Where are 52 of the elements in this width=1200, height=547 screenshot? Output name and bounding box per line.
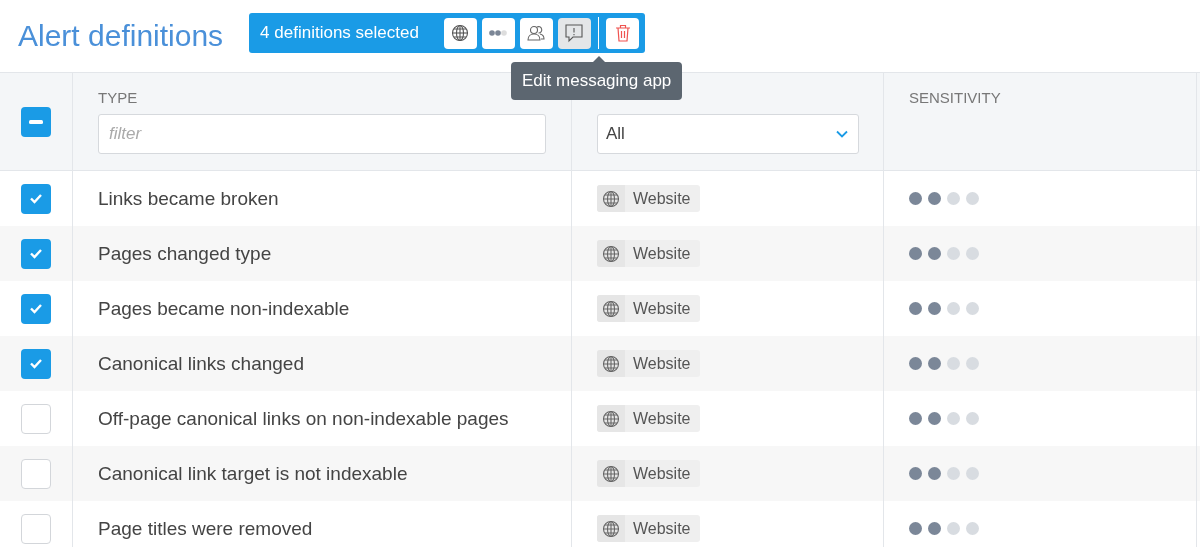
- globe-icon: [451, 24, 470, 42]
- select-all-checkbox[interactable]: [21, 106, 51, 137]
- alert-type: Canonical links changed: [98, 352, 304, 375]
- globe-icon: [602, 244, 620, 263]
- globe-icon: [602, 189, 620, 208]
- scope-tag: Website: [597, 295, 700, 322]
- dots-icon: [488, 29, 509, 37]
- alert-type: Page titles were removed: [98, 517, 313, 540]
- chevron-down-icon: [836, 130, 848, 138]
- row-checkbox[interactable]: [21, 238, 51, 269]
- alert-type: Canonical link target is not indexable: [98, 462, 408, 485]
- check-icon: [29, 193, 43, 204]
- alert-type: Links became broken: [98, 187, 279, 210]
- globe-icon: [602, 299, 620, 318]
- scope-tag: Website: [597, 460, 700, 487]
- scope-tag: Website: [597, 405, 700, 432]
- row-checkbox[interactable]: [21, 458, 51, 489]
- row-checkbox[interactable]: [21, 348, 51, 379]
- row-checkbox[interactable]: [21, 403, 51, 434]
- globe-icon: [602, 354, 620, 373]
- globe-icon: [602, 464, 620, 483]
- row-checkbox[interactable]: [21, 293, 51, 324]
- scope-tag: Website: [597, 185, 700, 212]
- page-title: Alert definitions: [18, 19, 224, 53]
- check-icon: [29, 303, 43, 314]
- alert-type: Off-page canonical links on non-indexable pages: [98, 407, 509, 430]
- filter-field[interactable]: filter: [98, 114, 546, 154]
- scope-dropdown[interactable]: All: [597, 114, 859, 154]
- tooltip: Edit messaging app: [511, 62, 683, 100]
- scope-tag: Website: [597, 240, 700, 267]
- users-icon: [526, 24, 547, 42]
- row-checkbox[interactable]: [21, 183, 51, 214]
- selection-count: 4 definitions selected: [260, 23, 419, 43]
- scope-tag: Website: [597, 350, 700, 377]
- minus-icon: [29, 119, 43, 124]
- globe-icon: [602, 519, 620, 538]
- globe-button[interactable]: [443, 17, 477, 49]
- alert-type: Pages became non-indexable: [98, 297, 350, 320]
- alert-type: Pages changed type: [98, 242, 272, 265]
- users-button[interactable]: [519, 17, 553, 49]
- globe-icon: [602, 409, 620, 428]
- row-checkbox[interactable]: [21, 513, 51, 544]
- column-header: TYPE: [98, 89, 139, 106]
- check-icon: [29, 358, 43, 369]
- check-icon: [29, 248, 43, 259]
- dots-button[interactable]: [481, 17, 515, 49]
- trash-icon: [614, 24, 631, 42]
- scope-tag: Website: [597, 515, 700, 542]
- trash-button[interactable]: [606, 17, 640, 49]
- message-alert-icon: [564, 23, 585, 43]
- column-header: SENSITIVITY: [909, 89, 1002, 106]
- message-button[interactable]: [557, 17, 591, 49]
